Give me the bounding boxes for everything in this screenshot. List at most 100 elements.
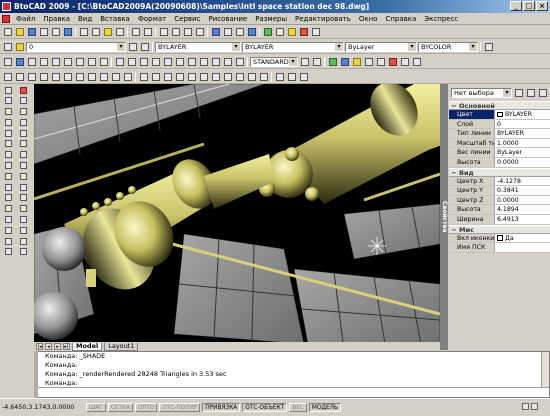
model-toggle[interactable]: МОДЕЛЬ — [308, 403, 341, 412]
property-row[interactable]: Центр X -4.1278 — [449, 176, 550, 187]
mirror-icon[interactable] — [17, 107, 30, 117]
quick-select-icon[interactable] — [537, 87, 548, 98]
zoom-icon[interactable] — [170, 27, 181, 38]
dim-update-icon[interactable] — [286, 71, 297, 82]
dim-tolerance-icon[interactable] — [246, 71, 257, 82]
document-icon[interactable] — [2, 14, 10, 23]
textstyle-combo[interactable]: STANDARD — [250, 56, 298, 67]
dim-leader-icon[interactable] — [234, 71, 245, 82]
selection-combo[interactable]: Нет выбора — [451, 87, 512, 98]
text-a-icon[interactable] — [2, 247, 15, 257]
snap-quad-icon[interactable] — [50, 71, 61, 82]
grid-toggle[interactable]: СЕТКА — [107, 403, 134, 412]
dim-style-manager-icon[interactable] — [298, 71, 309, 82]
line-icon[interactable] — [2, 85, 15, 95]
menu-modify[interactable]: Редактировать — [291, 15, 355, 23]
polar-toggle[interactable]: ОТС-ПОЛЯР — [159, 403, 201, 412]
layer-prev-icon[interactable] — [139, 41, 150, 52]
copy-icon[interactable] — [90, 27, 101, 38]
orbit-icon[interactable] — [26, 56, 37, 67]
plotstyle-combo[interactable]: BYCOLOR — [418, 41, 478, 52]
shade-icon[interactable] — [14, 56, 25, 67]
lineweight-combo[interactable]: ByLayer — [345, 41, 417, 52]
move-icon[interactable] — [17, 139, 30, 149]
snap-toggle[interactable]: ШАГ — [86, 403, 106, 412]
tp-icon-1[interactable] — [327, 56, 338, 67]
tab-model[interactable]: Model — [72, 342, 103, 351]
property-row[interactable]: Вкл иконки ПС Да — [449, 233, 550, 244]
dim-linear-icon[interactable] — [138, 71, 149, 82]
ellipse-icon[interactable] — [2, 171, 15, 181]
snap-perp-icon[interactable] — [98, 71, 109, 82]
array-icon[interactable] — [17, 128, 30, 138]
tp-icon-8[interactable] — [411, 56, 422, 67]
tp-icon-5[interactable] — [375, 56, 386, 67]
copy-object-icon[interactable] — [17, 96, 30, 106]
region-icon[interactable] — [2, 225, 15, 235]
hide-icon[interactable] — [2, 56, 13, 67]
edit-polyline-icon[interactable] — [17, 247, 30, 257]
comm-center-icon[interactable] — [522, 403, 529, 410]
hatch-icon[interactable] — [2, 215, 15, 225]
menu-edit[interactable]: Правка — [39, 15, 74, 23]
solid-wedge-icon[interactable] — [162, 56, 173, 67]
property-row[interactable]: Центр Z 0.0000 — [449, 195, 550, 206]
text-style-icon[interactable] — [299, 56, 310, 67]
snap-node-icon[interactable] — [38, 71, 49, 82]
trim-icon[interactable] — [17, 182, 30, 192]
menu-dimension[interactable]: Размеры — [251, 15, 291, 23]
properties-icon[interactable] — [210, 27, 221, 38]
layer-state-icon[interactable] — [14, 41, 25, 52]
solid-cylinder-icon[interactable] — [138, 56, 149, 67]
menu-express[interactable]: Экспресс — [420, 15, 462, 23]
print-icon[interactable] — [38, 27, 49, 38]
ucs-icon[interactable] — [74, 56, 85, 67]
construction-line-icon[interactable] — [2, 96, 15, 106]
menu-window[interactable]: Окно — [355, 15, 382, 23]
offset-icon[interactable] — [17, 117, 30, 127]
tp-icon-2[interactable] — [339, 56, 350, 67]
property-row[interactable]: Вес линии ByLayer — [449, 148, 550, 158]
chamfer-icon[interactable] — [17, 215, 30, 225]
view-iso-icon[interactable] — [62, 56, 73, 67]
snap-mid-icon[interactable] — [14, 71, 25, 82]
paste-icon[interactable] — [102, 27, 113, 38]
dim-edit-icon[interactable] — [274, 71, 285, 82]
preview-icon[interactable] — [50, 27, 61, 38]
point-icon[interactable] — [2, 204, 15, 214]
dim-radius-icon[interactable] — [174, 71, 185, 82]
tab-next-icon[interactable]: ▸ — [54, 343, 61, 350]
zoom-prev-icon[interactable] — [194, 27, 205, 38]
tp-icon-6[interactable] — [387, 56, 398, 67]
tp-icon-3[interactable] — [351, 56, 362, 67]
select-objects-icon[interactable] — [525, 87, 536, 98]
snap-near-icon[interactable] — [122, 71, 133, 82]
polygon-icon[interactable] — [2, 117, 15, 127]
extrude-icon[interactable] — [186, 56, 197, 67]
zoom-window-icon[interactable] — [182, 27, 193, 38]
lock-icon[interactable] — [531, 403, 538, 410]
solid-torus-icon[interactable] — [174, 56, 185, 67]
erase-icon[interactable] — [17, 85, 30, 95]
dim-angular-icon[interactable] — [198, 71, 209, 82]
snap-tan-icon[interactable] — [110, 71, 121, 82]
color-combo[interactable]: BYLAYER — [155, 41, 241, 52]
property-row[interactable]: Масштаб тип 1.0000 — [449, 138, 550, 149]
extra-icon[interactable] — [483, 41, 494, 52]
property-row[interactable]: Цвет BYLAYER — [449, 110, 550, 120]
property-row[interactable]: Высота 4.1894 — [449, 205, 550, 215]
property-row[interactable]: Слой 0 — [449, 119, 550, 130]
maximize-button[interactable]: □ — [523, 1, 535, 11]
property-row[interactable]: Высота 0.0000 — [449, 157, 550, 168]
linetype-combo[interactable]: BYLAYER — [242, 41, 344, 52]
minimize-button[interactable]: _ — [510, 1, 522, 11]
table-icon[interactable] — [2, 236, 15, 246]
ucs-prev-icon[interactable] — [98, 56, 109, 67]
scene-icon[interactable] — [310, 27, 321, 38]
dim-continue-icon[interactable] — [222, 71, 233, 82]
subtract-icon[interactable] — [222, 56, 233, 67]
spline-icon[interactable] — [2, 161, 15, 171]
menu-tools[interactable]: Сервис — [170, 15, 204, 23]
circle-icon[interactable] — [2, 150, 15, 160]
snap-int-icon[interactable] — [62, 71, 73, 82]
